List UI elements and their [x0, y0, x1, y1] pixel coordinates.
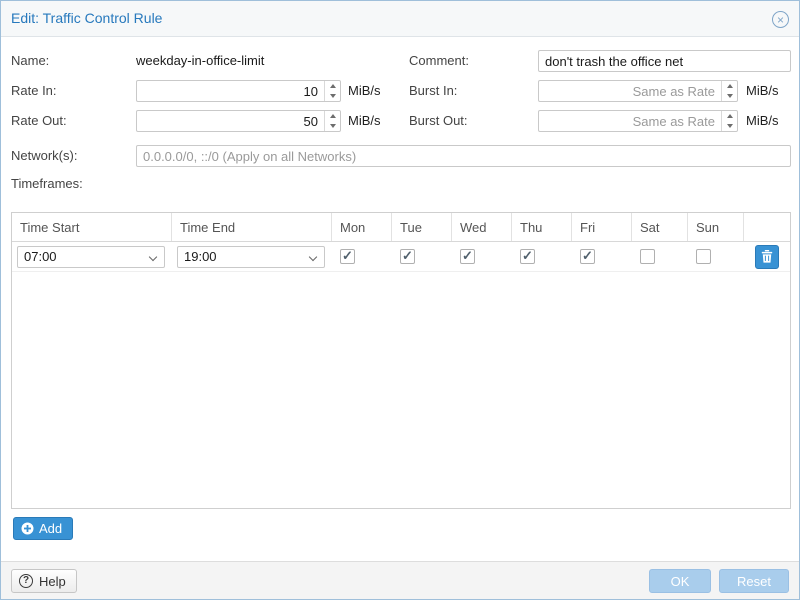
col-header-sun: Sun — [688, 213, 744, 241]
chevron-up-icon — [330, 84, 336, 88]
checkbox-thu[interactable] — [520, 249, 535, 264]
add-button-label: Add — [39, 521, 62, 536]
spin-down-button[interactable] — [722, 121, 737, 131]
networks-input[interactable] — [136, 145, 791, 167]
help-button[interactable]: ? Help — [11, 569, 77, 593]
dialog-title: Edit: Traffic Control Rule — [11, 1, 162, 36]
chevron-down-icon — [149, 252, 157, 260]
close-button[interactable]: × — [772, 11, 789, 28]
add-timeframe-button[interactable]: Add — [13, 517, 73, 540]
close-icon: × — [777, 14, 784, 26]
timeframes-label: Timeframes: — [11, 173, 83, 195]
col-header-mon: Mon — [332, 213, 392, 241]
burst-out-label: Burst Out: — [409, 110, 468, 132]
burst-out-spinner — [721, 111, 737, 131]
col-header-time-start: Time Start — [12, 213, 172, 241]
comment-input[interactable] — [538, 50, 791, 72]
rate-in-input[interactable] — [136, 80, 341, 102]
edit-traffic-control-rule-dialog: Edit: Traffic Control Rule × Name: weekd… — [0, 0, 800, 600]
spin-up-button[interactable] — [325, 111, 340, 121]
networks-label: Network(s): — [11, 145, 77, 167]
rate-out-label: Rate Out: — [11, 110, 67, 132]
spin-down-button[interactable] — [325, 121, 340, 131]
chevron-down-icon — [330, 94, 336, 98]
grid-header: Time Start Time End Mon Tue Wed Thu Fri … — [12, 213, 790, 242]
col-header-tue: Tue — [392, 213, 452, 241]
burst-out-field — [538, 110, 738, 132]
time-end-combo[interactable]: 19:00 — [177, 246, 325, 268]
chevron-down-icon — [330, 124, 336, 128]
help-button-label: Help — [39, 574, 66, 589]
dialog-footer: ? Help OK Reset — [1, 561, 799, 599]
dialog-header: Edit: Traffic Control Rule × — [1, 1, 799, 37]
checkbox-wed[interactable] — [460, 249, 475, 264]
plus-circle-icon — [21, 522, 34, 535]
checkbox-fri[interactable] — [580, 249, 595, 264]
ok-button[interactable]: OK — [649, 569, 711, 593]
rate-out-input[interactable] — [136, 110, 341, 132]
burst-out-unit: MiB/s — [746, 110, 779, 132]
spin-down-button[interactable] — [325, 91, 340, 101]
name-value: weekday-in-office-limit — [136, 50, 264, 72]
col-header-sat: Sat — [632, 213, 688, 241]
chevron-up-icon — [330, 114, 336, 118]
rate-in-field — [136, 80, 341, 102]
networks-field — [136, 145, 791, 167]
comment-field — [538, 50, 791, 72]
rate-out-spinner — [324, 111, 340, 131]
timeframes-grid: Time Start Time End Mon Tue Wed Thu Fri … — [11, 212, 791, 509]
reset-button[interactable]: Reset — [719, 569, 789, 593]
delete-row-button[interactable] — [755, 245, 779, 269]
checkbox-mon[interactable] — [340, 249, 355, 264]
chevron-down-icon — [727, 94, 733, 98]
chevron-down-icon — [309, 252, 317, 260]
time-end-value: 19:00 — [184, 249, 217, 264]
spin-up-button[interactable] — [325, 81, 340, 91]
timeframe-row: 07:00 19:00 — [12, 242, 790, 272]
checkbox-tue[interactable] — [400, 249, 415, 264]
chevron-up-icon — [727, 84, 733, 88]
col-header-fri: Fri — [572, 213, 632, 241]
burst-in-unit: MiB/s — [746, 80, 779, 102]
spin-up-button[interactable] — [722, 111, 737, 121]
chevron-up-icon — [727, 114, 733, 118]
col-header-wed: Wed — [452, 213, 512, 241]
rate-out-field — [136, 110, 341, 132]
col-header-time-end: Time End — [172, 213, 332, 241]
col-header-actions — [744, 213, 790, 241]
burst-in-spinner — [721, 81, 737, 101]
burst-in-input[interactable] — [538, 80, 738, 102]
burst-in-label: Burst In: — [409, 80, 457, 102]
grid-empty-area — [12, 272, 790, 508]
time-start-value: 07:00 — [24, 249, 57, 264]
spin-up-button[interactable] — [722, 81, 737, 91]
rate-out-unit: MiB/s — [348, 110, 381, 132]
checkbox-sun[interactable] — [696, 249, 711, 264]
rate-in-label: Rate In: — [11, 80, 57, 102]
col-header-thu: Thu — [512, 213, 572, 241]
chevron-down-icon — [727, 124, 733, 128]
spin-down-button[interactable] — [722, 91, 737, 101]
name-label: Name: — [11, 50, 49, 72]
time-start-combo[interactable]: 07:00 — [17, 246, 165, 268]
comment-label: Comment: — [409, 50, 469, 72]
burst-out-input[interactable] — [538, 110, 738, 132]
rate-in-spinner — [324, 81, 340, 101]
checkbox-sat[interactable] — [640, 249, 655, 264]
rate-in-unit: MiB/s — [348, 80, 381, 102]
help-icon: ? — [19, 574, 33, 588]
trash-icon — [761, 250, 773, 263]
burst-in-field — [538, 80, 738, 102]
